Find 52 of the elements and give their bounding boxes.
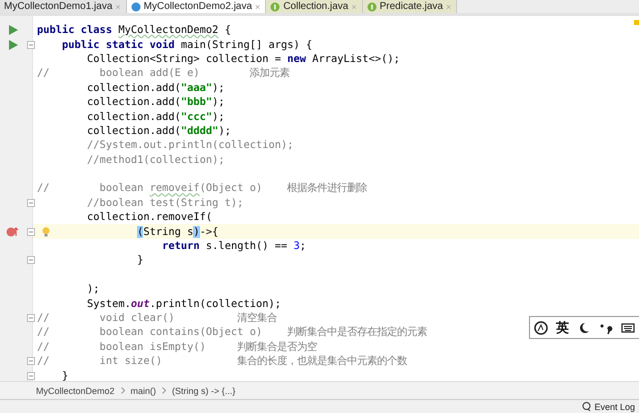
code-line: } — [136, 254, 144, 266]
moon-icon[interactable] — [577, 320, 591, 334]
code-line: public class MyCollectonDemo2 { — [37, 24, 231, 36]
code-line: Collection<String> collection = new ArrayList<>(); — [86, 52, 400, 65]
code-line: // boolean contains(Object o) 判断集合中是否存在指定的元素 — [37, 325, 428, 340]
code-line: collection.add("aaa"); — [86, 82, 225, 94]
code-line: collection.add("bbb"); — [86, 96, 225, 108]
code-line: ); — [86, 283, 100, 296]
code-line: (String s)->{ — [136, 226, 218, 238]
code-line: //boolean test(String t); — [86, 196, 244, 209]
interface-icon — [270, 2, 280, 12]
fold-icon[interactable] — [27, 357, 35, 366]
code-line: public static void main(String[] args) { — [61, 38, 312, 51]
class-icon — [130, 2, 141, 12]
code-line: // boolean add(E e) 添加元素 — [37, 66, 290, 80]
breadcrumb[interactable]: main() — [130, 386, 156, 396]
run-icon[interactable] — [9, 25, 18, 36]
code-line: //method1(collection); — [86, 154, 225, 166]
interface-icon — [366, 2, 377, 12]
event-log-button[interactable]: Event Log — [594, 402, 635, 412]
code-line: } — [61, 370, 68, 382]
keyboard-icon[interactable] — [621, 320, 635, 334]
code-line: System.out.println(collection); — [86, 298, 281, 310]
code-line: // boolean removeif(Object o) 根据条件进行删除 — [37, 181, 368, 196]
fold-icon[interactable] — [27, 40, 35, 49]
ime-logo-icon[interactable] — [534, 320, 548, 334]
code-line: // int size() 集合的长度，也就是集合中元素的个数 — [37, 354, 408, 368]
fold-icon[interactable] — [27, 314, 35, 322]
chevron-icon — [162, 387, 166, 394]
code-line: collection.add("dddd"); — [86, 124, 231, 137]
code-line: return s.length() == 3; — [161, 240, 306, 252]
fold-icon[interactable] — [27, 372, 35, 380]
editor-tab[interactable]: MyCollectonDemo1.java × — [0, 0, 127, 13]
editor-tab[interactable]: MyCollectonDemo2.java × — [126, 0, 266, 13]
method-breakpoint-icon[interactable] — [6, 226, 19, 237]
fold-icon[interactable] — [27, 198, 35, 207]
input-language-toggle[interactable]: 英 — [556, 318, 569, 336]
run-icon[interactable] — [9, 40, 18, 50]
lightbulb-icon[interactable] — [42, 226, 50, 237]
fold-icon[interactable] — [27, 256, 35, 264]
code-line: //System.out.println(collection); — [86, 139, 294, 152]
fold-icon[interactable] — [27, 228, 35, 236]
editor-tab[interactable]: Collection.java × — [266, 0, 363, 13]
breadcrumb[interactable]: MyCollectonDemo2 — [36, 386, 115, 396]
code-line: // void clear() 清空集合 — [37, 311, 278, 325]
code-line: collection.add("ccc"); — [86, 110, 225, 123]
editor-tab[interactable]: Predicate.java × — [362, 0, 458, 13]
warning-marker[interactable] — [634, 20, 639, 25]
chevron-icon — [120, 387, 125, 394]
breadcrumb[interactable]: (String s) -> {...} — [172, 386, 236, 396]
code-line: // boolean isEmpty() 判断集合是否为空 — [37, 340, 318, 354]
code-line: collection.removeIf( — [86, 211, 212, 224]
